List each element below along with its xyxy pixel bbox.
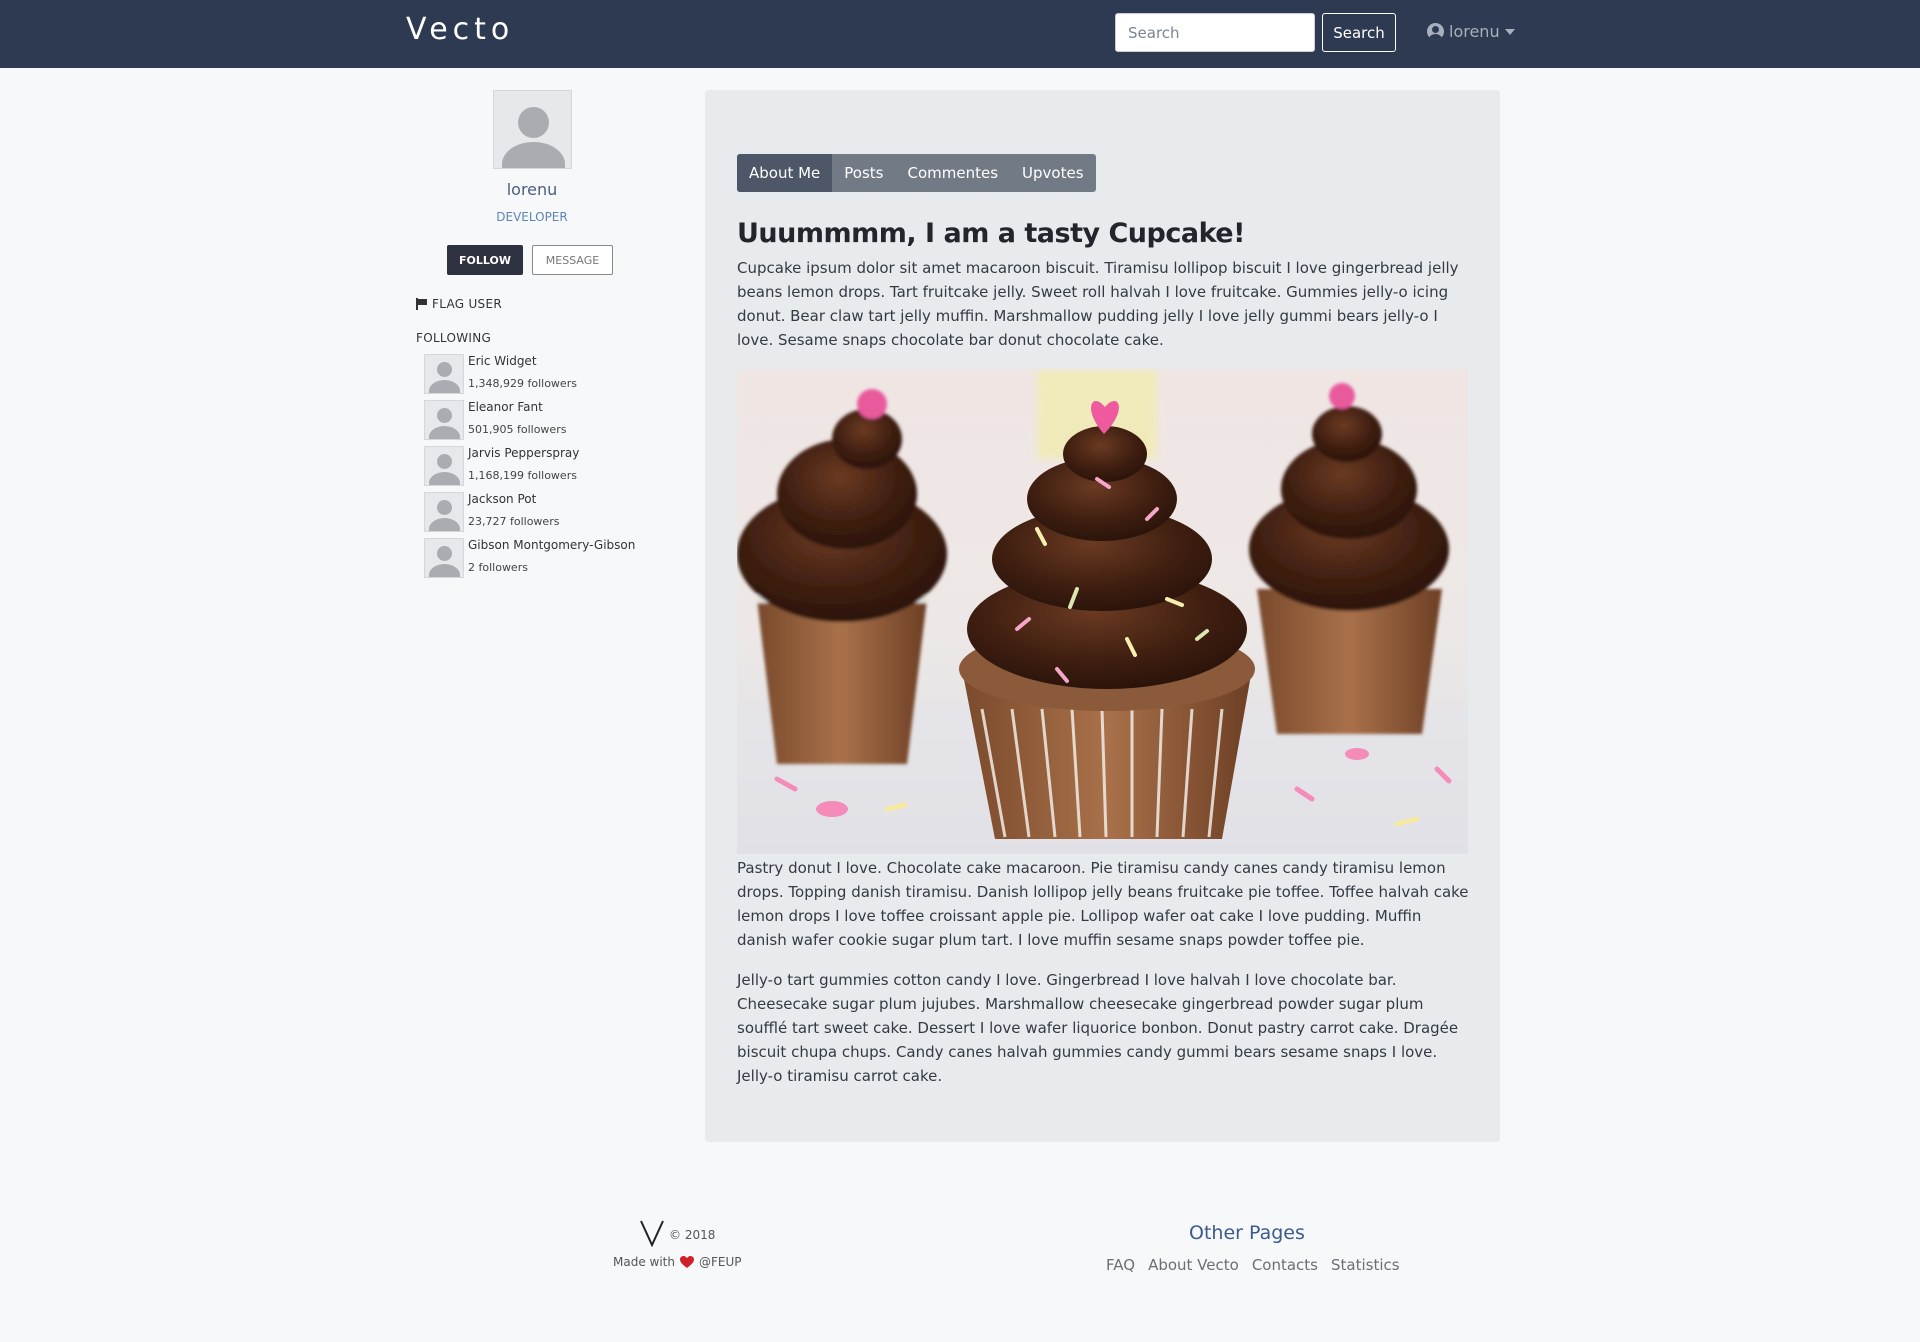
top-navbar: Vecto Search lorenu — [0, 0, 1920, 68]
heart-icon — [679, 1255, 694, 1268]
following-name[interactable]: Eric Widget — [468, 354, 537, 368]
avatar — [424, 400, 464, 440]
cupcake-photo — [737, 369, 1468, 854]
following-item[interactable]: Eleanor Fant 501,905 followers — [424, 398, 664, 444]
follow-button[interactable]: FOLLOW — [447, 245, 523, 275]
vecto-logo-icon — [640, 1220, 664, 1247]
footer-made-with: Made with @FEUP — [613, 1255, 742, 1269]
avatar — [424, 446, 464, 486]
following-name[interactable]: Jarvis Pepperspray — [468, 446, 579, 460]
following-list: Eric Widget 1,348,929 followers Eleanor … — [424, 352, 664, 582]
footer-link-contacts[interactable]: Contacts — [1252, 1256, 1318, 1274]
user-circle-icon — [1427, 23, 1444, 40]
article-paragraph: Jelly-o tart gummies cotton candy I love… — [737, 971, 1459, 1085]
following-heading: FOLLOWING — [416, 331, 492, 345]
following-count: 1,168,199 followers — [468, 469, 577, 482]
tab-commentes[interactable]: Commentes — [896, 154, 1011, 192]
avatar — [424, 538, 464, 578]
following-item[interactable]: Jackson Pot 23,727 followers — [424, 490, 664, 536]
tab-upvotes[interactable]: Upvotes — [1010, 154, 1095, 192]
user-menu-label: lorenu — [1449, 22, 1500, 41]
following-name[interactable]: Gibson Montgomery-Gibson — [468, 538, 635, 552]
footer-copyright: © 2018 — [669, 1228, 716, 1242]
caret-down-icon — [1504, 28, 1515, 35]
following-count: 23,727 followers — [468, 515, 560, 528]
article-paragraph: Cupcake ipsum dolor sit amet macaroon bi… — [737, 259, 1459, 349]
search-input[interactable] — [1115, 13, 1315, 52]
profile-content-panel: About Me Posts Commentes Upvotes Uuummmm… — [705, 90, 1500, 1142]
following-count: 2 followers — [468, 561, 528, 574]
flag-icon — [416, 298, 427, 310]
message-button[interactable]: MESSAGE — [532, 245, 613, 275]
following-item[interactable]: Eric Widget 1,348,929 followers — [424, 352, 664, 398]
flag-user-label: FLAG USER — [432, 297, 502, 311]
article-title: Uuummmm, I am a tasty Cupcake! — [737, 218, 1245, 249]
avatar — [424, 492, 464, 532]
following-name[interactable]: Eleanor Fant — [468, 400, 543, 414]
footer-link-faq[interactable]: FAQ — [1106, 1256, 1135, 1274]
footer-link-statistics[interactable]: Statistics — [1331, 1256, 1400, 1274]
flag-user-link[interactable]: FLAG USER — [416, 297, 502, 311]
following-name[interactable]: Jackson Pot — [468, 492, 536, 506]
article-paragraph: Pastry donut I love. Chocolate cake maca… — [737, 859, 1469, 949]
following-count: 501,905 followers — [468, 423, 567, 436]
footer-made-at: @FEUP — [698, 1255, 742, 1269]
brand-logo[interactable]: Vecto — [406, 10, 514, 50]
following-item[interactable]: Gibson Montgomery-Gibson 2 followers — [424, 536, 664, 582]
profile-tabs: About Me Posts Commentes Upvotes — [737, 154, 1096, 192]
profile-username: lorenu — [506, 180, 558, 199]
avatar — [424, 354, 464, 394]
search-button[interactable]: Search — [1322, 13, 1396, 52]
footer-link-about[interactable]: About Vecto — [1148, 1256, 1239, 1274]
following-item[interactable]: Jarvis Pepperspray 1,168,199 followers — [424, 444, 664, 490]
footer-other-pages-title: Other Pages — [1189, 1222, 1305, 1244]
tab-posts[interactable]: Posts — [832, 154, 895, 192]
footer-made-with-label: Made with — [613, 1255, 675, 1269]
user-menu-dropdown[interactable]: lorenu — [1427, 22, 1515, 41]
profile-avatar — [493, 90, 572, 169]
tab-about-me[interactable]: About Me — [737, 154, 833, 192]
footer-links: FAQ About Vecto Contacts Statistics — [1106, 1256, 1400, 1274]
profile-role: DEVELOPER — [496, 210, 568, 224]
following-count: 1,348,929 followers — [468, 377, 577, 390]
